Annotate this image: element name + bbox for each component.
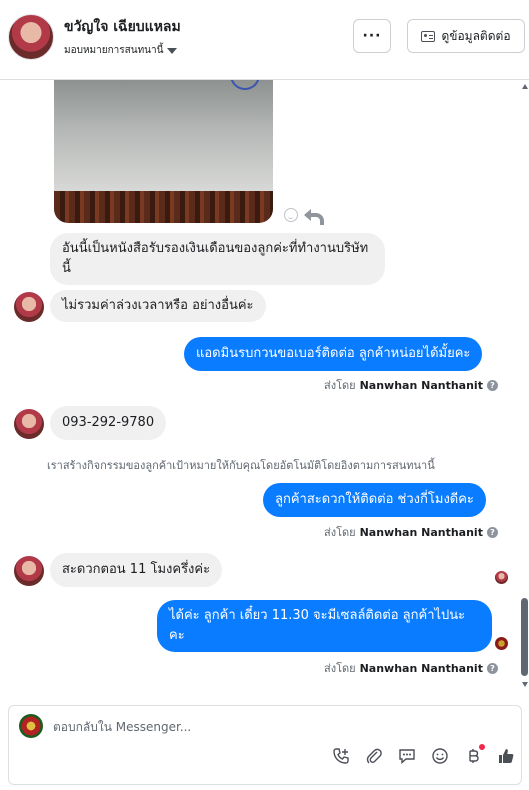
attachment-icon[interactable] [364, 746, 384, 766]
sender-name[interactable]: Nanwhan Nanthanit [360, 379, 483, 392]
sent-by-line: ส่งโดย Nanwhan Nanthanit ? [324, 376, 498, 394]
message-actions [284, 208, 324, 225]
phone-add-icon[interactable] [331, 746, 351, 766]
incoming-message[interactable]: อันนี้เป็นหนังสือรับรองเงินเดือนของลูกค่… [50, 233, 385, 285]
incoming-message[interactable]: ไม่รวมค่าล่วงเวลาหรือ อย่างอื่นค่ะ [50, 290, 266, 322]
help-icon[interactable]: ? [486, 662, 498, 674]
help-icon[interactable]: ? [486, 379, 498, 391]
notification-dot [479, 744, 485, 750]
scroll-up-arrow-icon[interactable] [522, 84, 528, 89]
saved-reply-icon[interactable] [397, 746, 417, 766]
page-avatar [19, 714, 43, 738]
sent-by-prefix: ส่งโดย [324, 379, 356, 392]
contact-avatar-small [14, 292, 44, 322]
scrollbar-thumb[interactable] [521, 598, 528, 676]
payment-icon[interactable] [463, 744, 485, 766]
contact-avatar-small [14, 409, 44, 439]
reply-input[interactable] [53, 718, 493, 736]
assign-conversation-dropdown[interactable]: มอบหมายการสนทนานี้ [64, 43, 178, 58]
outgoing-message[interactable]: แอดมินรบกวนขอเบอร์ติดต่อ ลูกค้าหน่อยได้ม… [184, 337, 483, 371]
emoji-icon[interactable] [430, 746, 450, 766]
contact-avatar-small [14, 556, 44, 586]
reply-composer [8, 705, 522, 785]
sender-name[interactable]: Nanwhan Nanthanit [360, 662, 483, 675]
attached-photo[interactable] [54, 80, 273, 223]
conversation-header: ขวัญใจ เฉียบแหลม มอบหมายการสนทนานี้ ··· … [0, 0, 529, 80]
incoming-message[interactable]: สะดวกตอน 11 โมงครึ่งค่ะ [50, 553, 223, 587]
react-emoji-icon[interactable] [284, 208, 298, 222]
contact-name[interactable]: ขวัญใจ เฉียบแหลม [64, 16, 181, 38]
more-label: ··· [362, 28, 382, 44]
more-options-button[interactable]: ··· [353, 19, 391, 53]
system-notice: เราสร้างกิจกรรมของลูกค้าเป้าหมายให้กับคุ… [47, 459, 435, 472]
scroll-down-arrow-icon[interactable] [522, 682, 528, 687]
sender-name[interactable]: Nanwhan Nanthanit [360, 526, 483, 539]
document-image [54, 80, 273, 193]
composer-toolbar [331, 744, 516, 766]
sent-by-line: ส่งโดย Nanwhan Nanthanit ? [324, 659, 498, 677]
sent-by-prefix: ส่งโดย [324, 662, 356, 675]
like-icon[interactable] [496, 746, 516, 766]
view-contact-info-button[interactable]: ดูข้อมูลติดต่อ [407, 19, 525, 53]
messenger-inbox: ขวัญใจ เฉียบแหลม มอบหมายการสนทนานี้ ··· … [0, 0, 529, 790]
seen-indicator-avatar [495, 637, 508, 650]
contact-avatar[interactable] [8, 14, 54, 60]
sent-by-line: ส่งโดย Nanwhan Nanthanit ? [324, 523, 498, 541]
reply-arrow-icon[interactable] [304, 208, 324, 225]
sent-by-prefix: ส่งโดย [324, 526, 356, 539]
caret-down-icon [167, 47, 178, 54]
photo-background [54, 191, 273, 223]
seen-indicator-avatar [495, 571, 508, 584]
assign-label: มอบหมายการสนทนานี้ [64, 45, 164, 56]
help-icon[interactable]: ? [486, 526, 498, 538]
incoming-message[interactable]: 093-292-9780 [50, 406, 167, 440]
outgoing-message[interactable]: ได้ค่ะ ลูกค้า เดี๋ยว 11.30 จะมีเซลล์ติดต… [157, 600, 492, 652]
view-contact-info-label: ดูข้อมูลติดต่อ [441, 28, 511, 43]
contact-card-icon [421, 30, 436, 42]
outgoing-message[interactable]: ลูกค้าสะดวกให้ติดต่อ ช่วงกี่โมงดีคะ [263, 483, 486, 517]
